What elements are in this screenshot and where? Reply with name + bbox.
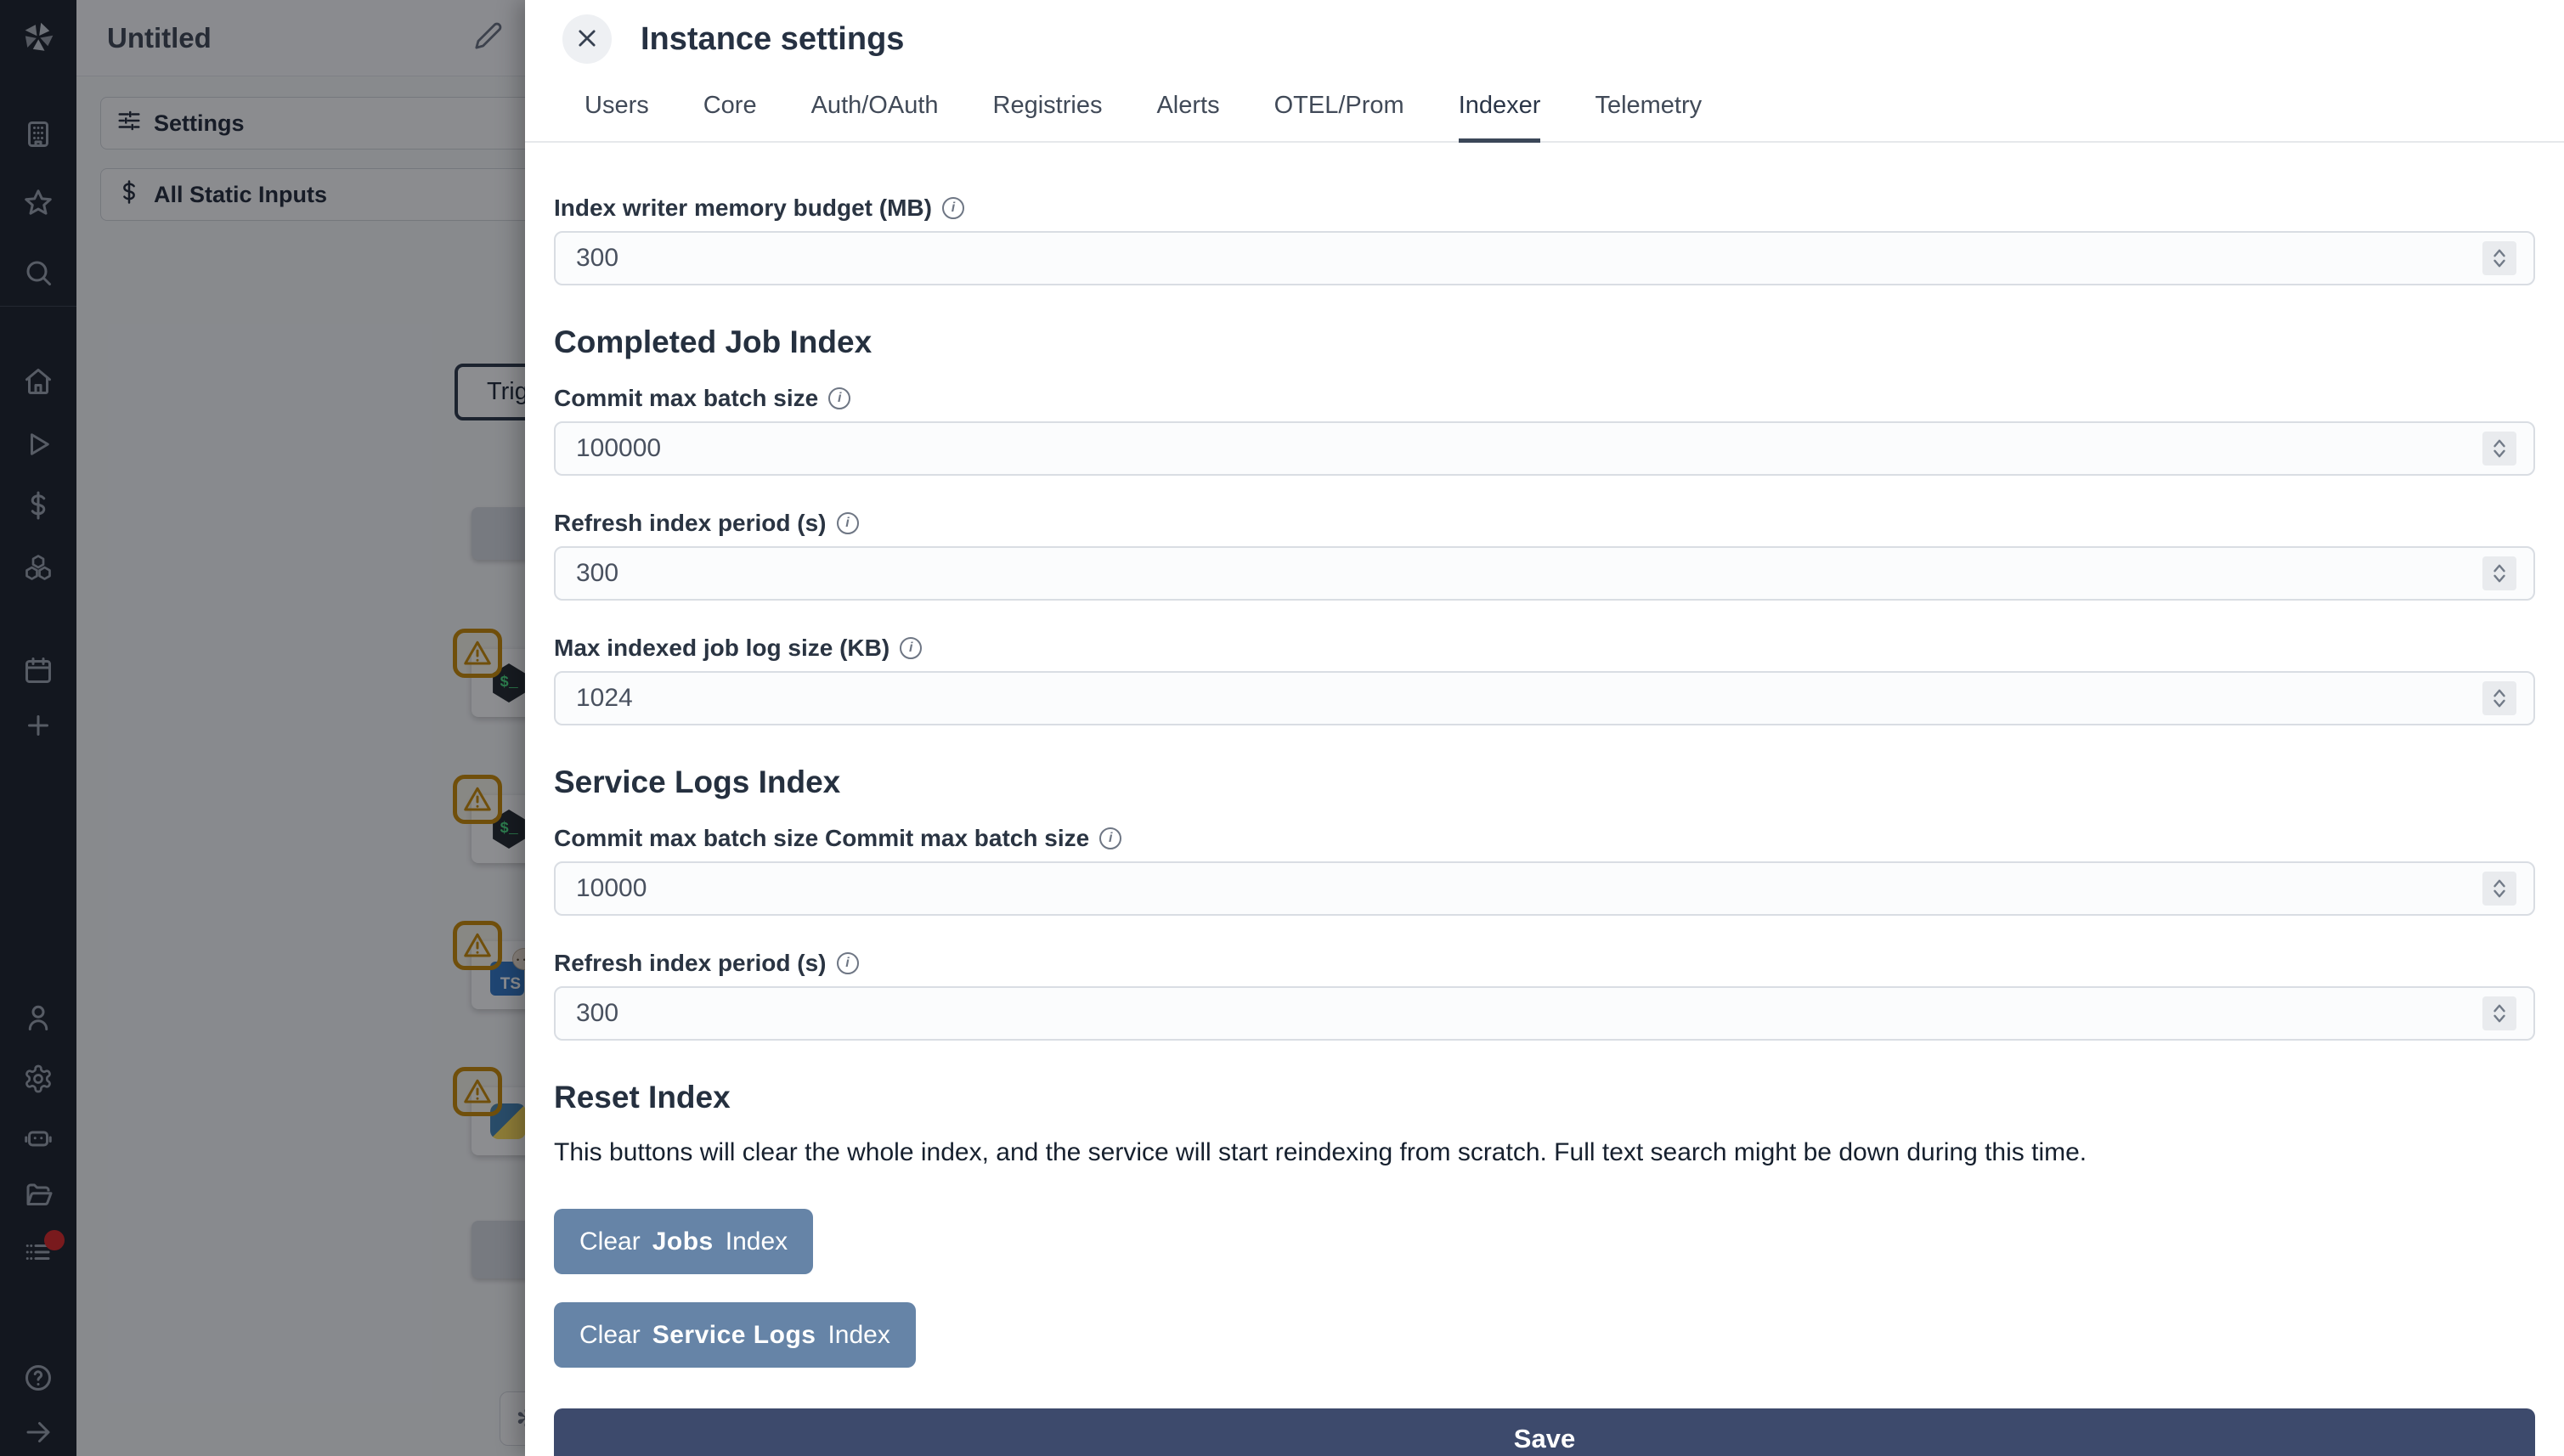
max-indexed-job-log-input[interactable] [554, 671, 2535, 725]
commit-max-batch-input[interactable] [554, 421, 2535, 476]
service-commit-max-batch-input[interactable] [554, 861, 2535, 916]
tab-telemetry[interactable]: Telemetry [1595, 92, 1702, 143]
info-icon[interactable]: i [941, 197, 964, 219]
refresh-index-period-input[interactable] [554, 546, 2535, 601]
tab-users[interactable]: Users [585, 92, 649, 143]
field-service-commit-max-batch: Commit max batch size Commit max batch s… [554, 824, 2535, 916]
tab-auth-oauth[interactable]: Auth/OAuth [811, 92, 939, 143]
tab-core[interactable]: Core [703, 92, 757, 143]
field-commit-max-batch: Commit max batch size i [554, 384, 2535, 476]
number-stepper[interactable] [2482, 681, 2516, 715]
drawer-header: Instance settings [525, 0, 2564, 78]
settings-tabs: Users Core Auth/OAuth Registries Alerts … [525, 92, 2564, 143]
app-root: Untitled Settings All Static Inputs Trig… [0, 0, 2564, 1456]
save-button[interactable]: Save [554, 1408, 2535, 1456]
number-stepper[interactable] [2482, 872, 2516, 906]
button-prefix: Clear [579, 1320, 641, 1349]
reset-index-warning: This buttons will clear the whole index,… [554, 1138, 2087, 1166]
close-button[interactable] [562, 14, 612, 64]
field-label: Max indexed job log size (KB) [554, 635, 890, 661]
field-label: Commit max batch size [554, 385, 819, 411]
section-reset-index: Reset Index [554, 1080, 731, 1115]
button-target: Jobs [652, 1227, 714, 1256]
field-label: Refresh index period (s) [554, 950, 827, 976]
service-refresh-period-input[interactable] [554, 986, 2535, 1041]
section-service-logs-index: Service Logs Index [554, 765, 841, 799]
clear-service-logs-index-button[interactable]: Clear Service Logs Index [554, 1302, 916, 1368]
tab-otel-prom[interactable]: OTEL/Prom [1274, 92, 1404, 143]
number-stepper[interactable] [2482, 556, 2516, 590]
info-icon[interactable]: i [836, 952, 859, 974]
number-stepper[interactable] [2482, 241, 2516, 275]
button-suffix: Index [725, 1227, 788, 1256]
button-suffix: Index [827, 1320, 890, 1349]
field-label: Commit max batch size Commit max batch s… [554, 825, 1090, 851]
close-icon [575, 26, 599, 53]
tab-registries[interactable]: Registries [993, 92, 1103, 143]
field-label: Index writer memory budget (MB) [554, 195, 932, 221]
indexer-settings-content: Index writer memory budget (MB) i Comple… [525, 194, 2564, 1456]
info-icon[interactable]: i [828, 387, 851, 409]
field-index-writer-memory: Index writer memory budget (MB) i [554, 194, 2535, 285]
field-service-refresh-period: Refresh index period (s) i [554, 949, 2535, 1041]
section-completed-job-index: Completed Job Index [554, 324, 873, 359]
index-writer-memory-input[interactable] [554, 231, 2535, 285]
field-refresh-index-period: Refresh index period (s) i [554, 509, 2535, 601]
tab-indexer[interactable]: Indexer [1458, 92, 1541, 143]
drawer-title: Instance settings [641, 20, 905, 57]
field-max-indexed-job-log: Max indexed job log size (KB) i [554, 634, 2535, 725]
tab-alerts[interactable]: Alerts [1156, 92, 1219, 143]
number-stepper[interactable] [2482, 432, 2516, 466]
field-label: Refresh index period (s) [554, 510, 827, 536]
info-icon[interactable]: i [836, 512, 859, 534]
info-icon[interactable]: i [1099, 827, 1122, 849]
button-prefix: Clear [579, 1227, 641, 1256]
clear-jobs-index-button[interactable]: Clear Jobs Index [554, 1209, 814, 1274]
number-stepper[interactable] [2482, 996, 2516, 1030]
instance-settings-drawer: Instance settings Users Core Auth/OAuth … [525, 0, 2564, 1456]
info-icon[interactable]: i [900, 637, 923, 659]
button-target: Service Logs [652, 1320, 816, 1349]
modal-backdrop[interactable] [0, 0, 525, 1456]
